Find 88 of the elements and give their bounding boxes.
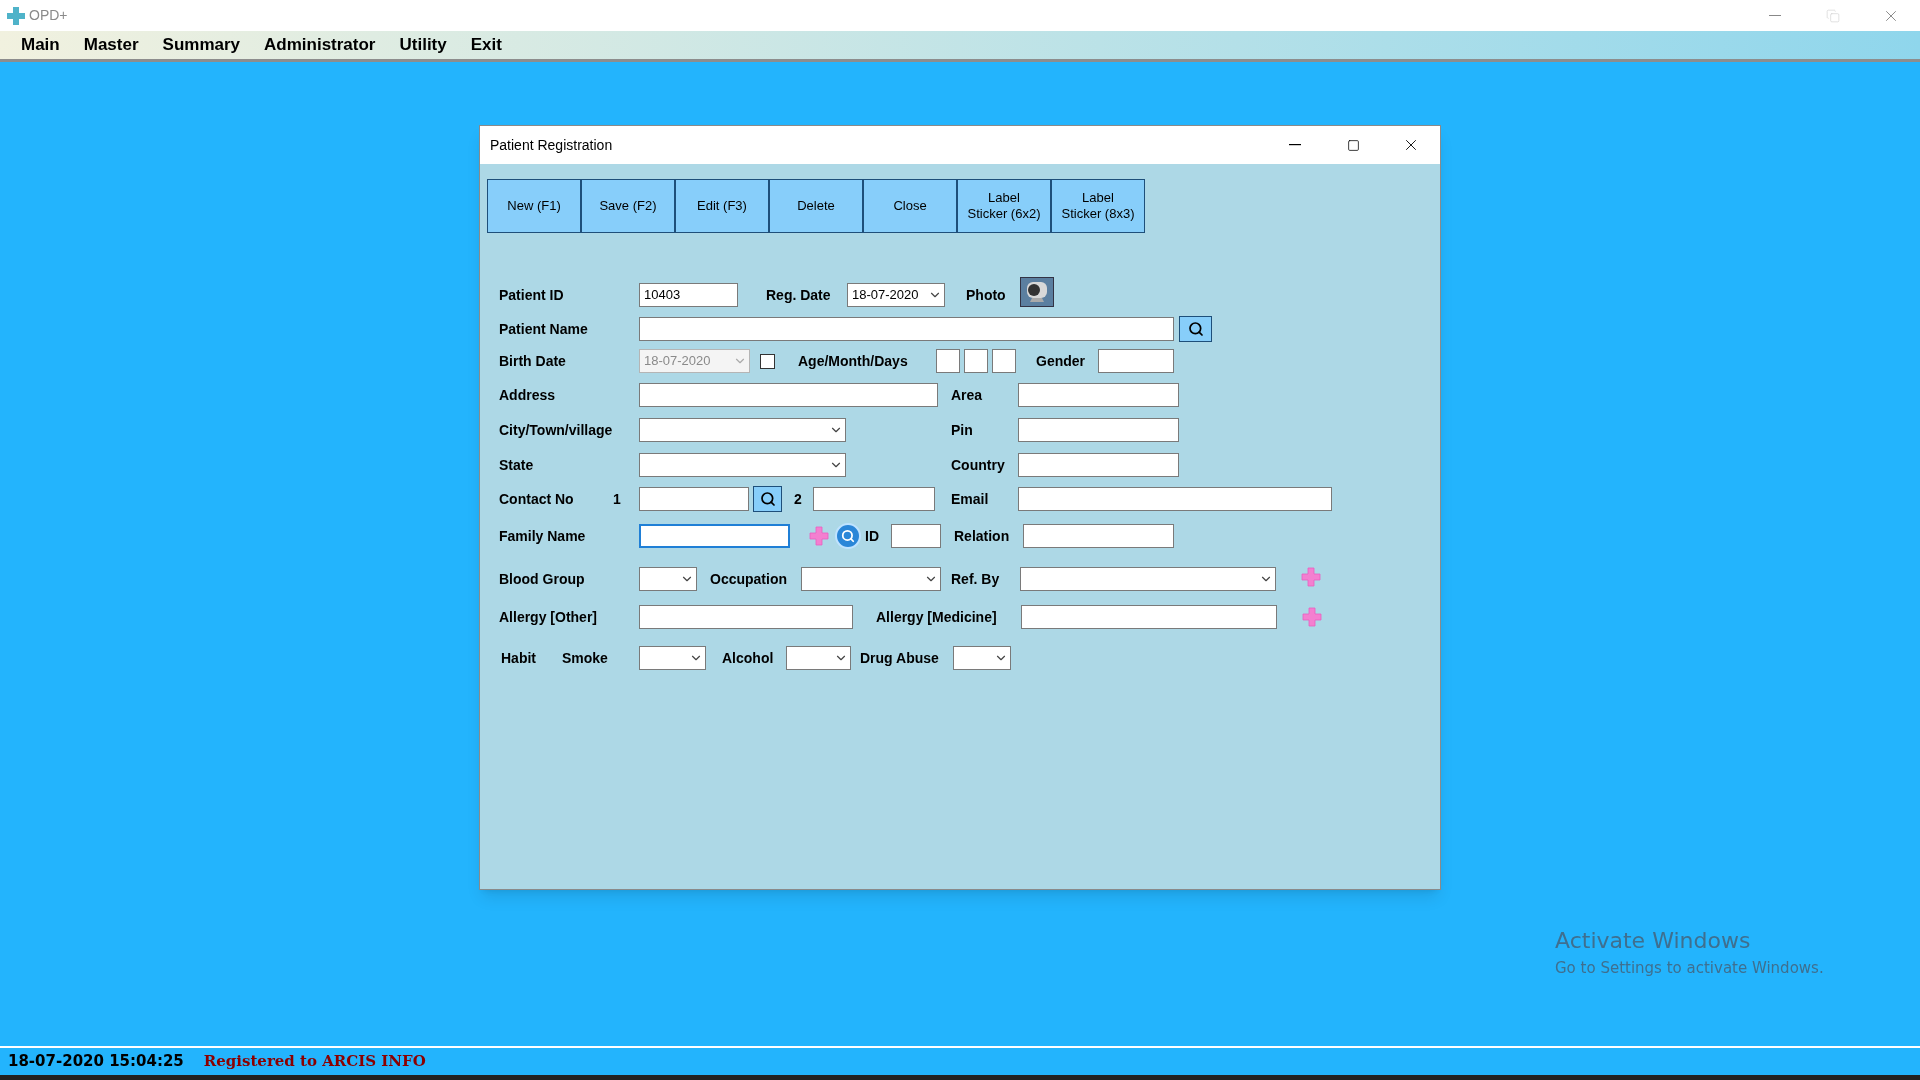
field-label: Patient Name — [499, 319, 588, 339]
toolbar-button[interactable]: Label Sticker (6x2) — [957, 179, 1051, 233]
field-label: Drug Abuse — [860, 648, 939, 668]
text-field[interactable] — [1018, 383, 1179, 407]
minimize-icon — [1769, 14, 1781, 17]
toolbar-button[interactable]: Close — [863, 179, 957, 233]
text-field[interactable] — [813, 487, 935, 511]
minimize-icon — [1289, 144, 1301, 146]
toolbar-button[interactable]: New (F1) — [487, 179, 581, 233]
search-icon — [1187, 321, 1204, 337]
toolbar-button[interactable]: Delete — [769, 179, 863, 233]
field-label: Address — [499, 385, 556, 405]
search-button[interactable] — [753, 486, 782, 512]
field-label: Occupation — [710, 569, 787, 589]
menu-item[interactable]: Main — [10, 32, 71, 58]
search-icon — [841, 529, 855, 543]
days-field[interactable] — [992, 349, 1016, 373]
dropdown-field[interactable] — [801, 567, 941, 591]
webcam-icon — [1024, 280, 1050, 304]
toolbar-button[interactable]: Edit (F3) — [675, 179, 769, 233]
status-datetime: 18-07-2020 15:04:25 — [8, 1051, 184, 1073]
menu-item[interactable]: Exit — [459, 32, 513, 58]
dropdown-field[interactable] — [639, 646, 706, 670]
dropdown-field[interactable] — [639, 453, 846, 477]
menu-item[interactable]: Summary — [151, 32, 252, 58]
field-label: State — [499, 455, 534, 475]
dropdown-field[interactable] — [786, 646, 851, 670]
dialog-title: Patient Registration — [490, 135, 613, 155]
section-label: Habit — [500, 648, 536, 668]
field-label: Birth Date — [499, 351, 566, 371]
field-label: Gender — [1036, 351, 1085, 371]
menu-item[interactable]: Administrator — [253, 32, 387, 58]
text-field[interactable] — [1018, 418, 1179, 442]
maximize-icon — [1346, 138, 1360, 152]
toolbar-button[interactable]: Label Sticker (8x3) — [1051, 179, 1145, 233]
medical-cross-icon — [6, 5, 26, 26]
month-field[interactable] — [964, 349, 988, 373]
age-field[interactable] — [936, 349, 960, 373]
field-label: Ref. By — [951, 569, 1000, 589]
dropdown-field[interactable] — [953, 646, 1011, 670]
search-button[interactable] — [1179, 316, 1212, 342]
text-field[interactable] — [891, 524, 941, 548]
field-label: City/Town/village — [499, 420, 613, 440]
field-label: 2 — [794, 489, 802, 509]
app-title: OPD+ — [29, 6, 68, 25]
webcam-button[interactable] — [1020, 277, 1054, 307]
dropdown-field[interactable] — [1020, 567, 1276, 591]
field-label: Contact No — [499, 489, 574, 509]
field-label: Allergy [Other] — [499, 607, 597, 627]
field-label: ID — [865, 526, 879, 546]
menu-item[interactable]: Master — [72, 32, 150, 58]
search-icon — [759, 491, 776, 507]
field-label: 1 — [613, 489, 621, 509]
text-field[interactable] — [1018, 487, 1332, 511]
activation-subtitle: Go to Settings to activate Windows. — [1555, 958, 1824, 979]
text-field[interactable] — [1021, 605, 1277, 629]
text-field[interactable] — [639, 383, 938, 407]
field-label: Area — [951, 385, 983, 405]
field-label: Age/Month/Days — [798, 351, 908, 371]
field-label: Email — [951, 489, 989, 509]
field-label: Photo — [966, 285, 1006, 305]
menu-item[interactable]: Utility — [388, 32, 458, 58]
restore-icon — [1826, 8, 1840, 23]
checkbox[interactable] — [760, 353, 775, 369]
field-label: Country — [951, 455, 1005, 475]
text-field[interactable] — [639, 605, 853, 629]
text-field[interactable] — [1098, 349, 1174, 373]
toolbar-button[interactable]: Save (F2) — [581, 179, 675, 233]
field-label: Pin — [951, 420, 973, 440]
dropdown-field[interactable] — [639, 418, 846, 442]
text-field[interactable] — [1023, 524, 1174, 548]
field-label: Patient ID — [499, 285, 564, 305]
text-field[interactable] — [639, 524, 790, 548]
dropdown-field[interactable] — [639, 567, 697, 591]
text-field[interactable] — [639, 487, 749, 511]
status-registration: Registered to ARCIS INFO — [203, 1051, 426, 1073]
field-label: Blood Group — [499, 569, 585, 589]
dropdown-field[interactable]: 18-07-2020 — [847, 283, 945, 307]
text-field[interactable] — [639, 317, 1174, 341]
text-field[interactable] — [1018, 453, 1179, 477]
activation-title: Activate Windows — [1555, 927, 1752, 955]
field-label: Allergy [Medicine] — [876, 607, 997, 627]
field-label: Smoke — [562, 648, 608, 668]
field-label: Relation — [954, 526, 1010, 546]
text-field[interactable]: 10403 — [639, 283, 738, 307]
field-label: Family Name — [499, 526, 586, 546]
field-label: Alcohol — [722, 648, 774, 668]
field-label: Reg. Date — [766, 285, 831, 305]
